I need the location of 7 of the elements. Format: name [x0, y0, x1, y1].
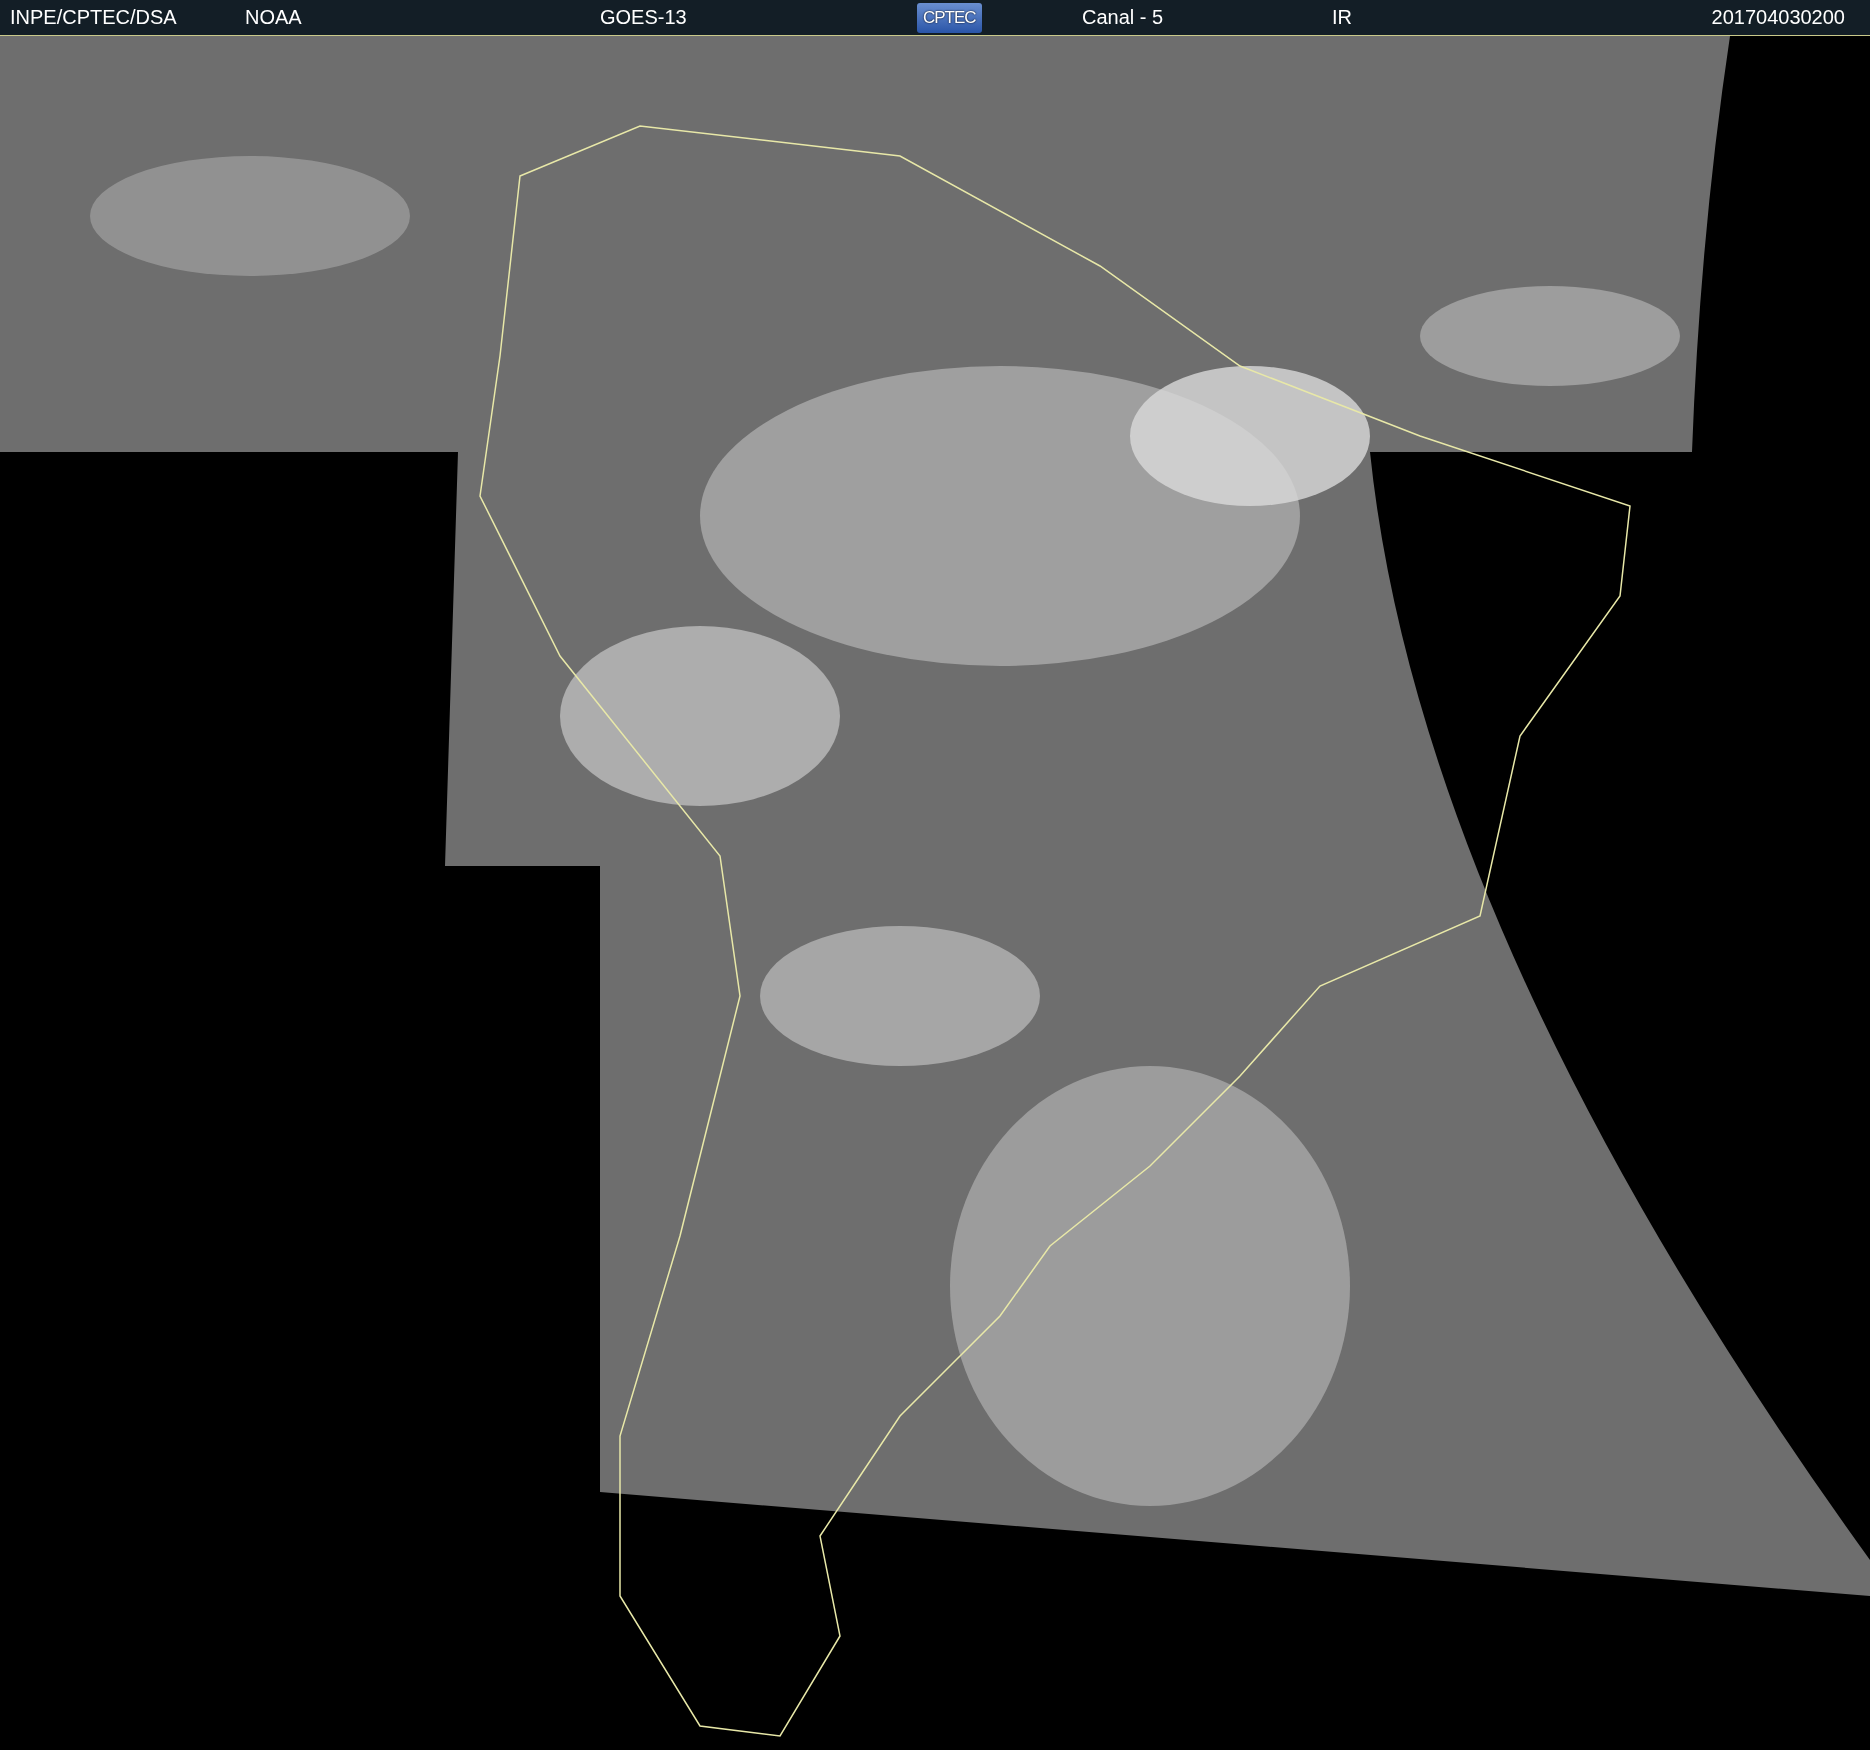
timestamp-label: 201704030200	[1711, 6, 1845, 29]
agency-label: NOAA	[245, 6, 302, 29]
band-label: IR	[1332, 6, 1352, 29]
source-label: INPE/CPTEC/DSA	[10, 6, 177, 29]
channel-label: Canal - 5	[1082, 6, 1164, 29]
logo: CPTEC	[917, 2, 982, 33]
satellite-label: GOES-13	[600, 6, 687, 29]
